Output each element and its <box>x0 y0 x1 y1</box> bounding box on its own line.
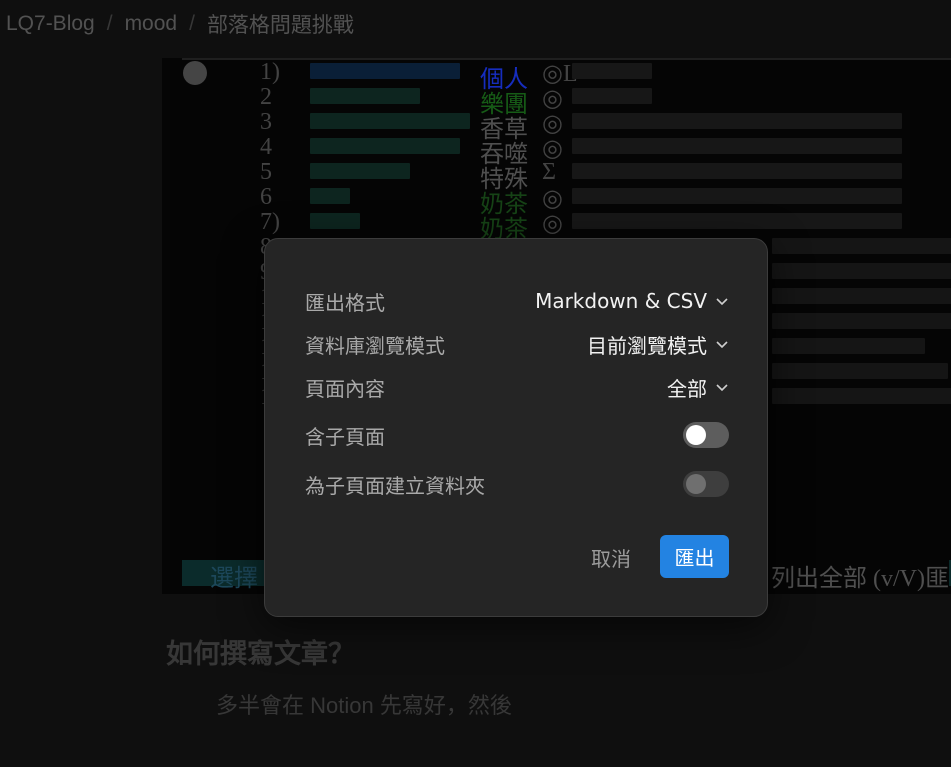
include-subpages-row: 含子頁面 <box>305 415 729 455</box>
database-view-value: 目前瀏覽模式 <box>587 333 707 358</box>
export-dialog: 匯出格式 Markdown & CSV 資料庫瀏覽模式 目前瀏覽模式 頁面內容 … <box>264 238 768 617</box>
page-content-row: 頁面內容 全部 <box>305 367 729 407</box>
page-content-value: 全部 <box>667 376 707 401</box>
export-button[interactable]: 匯出 <box>660 535 729 578</box>
include-subpages-toggle[interactable] <box>683 422 729 448</box>
page-content-select[interactable]: 全部 <box>667 373 729 402</box>
database-view-row: 資料庫瀏覽模式 目前瀏覽模式 <box>305 324 729 364</box>
page-content-label: 頁面內容 <box>305 376 385 401</box>
database-view-label: 資料庫瀏覽模式 <box>305 333 445 358</box>
include-subpages-label: 含子頁面 <box>305 424 385 449</box>
toggle-knob <box>686 425 706 445</box>
subpage-folders-label: 為子頁面建立資料夾 <box>305 473 485 498</box>
subpage-folders-row: 為子頁面建立資料夾 <box>305 464 729 504</box>
chevron-down-icon <box>716 384 728 392</box>
database-view-select[interactable]: 目前瀏覽模式 <box>587 330 729 359</box>
subpage-folders-toggle[interactable] <box>683 471 729 497</box>
chevron-down-icon <box>716 341 728 349</box>
export-format-row: 匯出格式 Markdown & CSV <box>305 281 729 321</box>
export-format-label: 匯出格式 <box>305 290 385 315</box>
export-format-value: Markdown & CSV <box>535 289 707 313</box>
export-format-select[interactable]: Markdown & CSV <box>535 289 729 313</box>
chevron-down-icon <box>716 298 728 306</box>
toggle-knob <box>686 474 706 494</box>
cancel-button[interactable]: 取消 <box>582 535 640 579</box>
